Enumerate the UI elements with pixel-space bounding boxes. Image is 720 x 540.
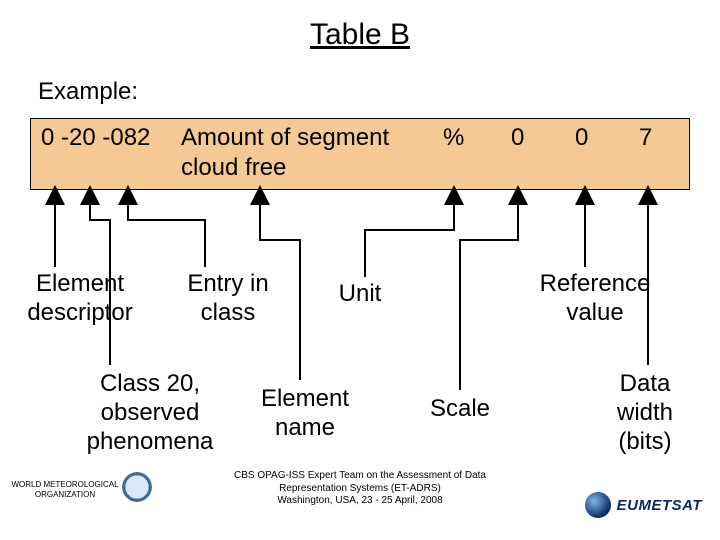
label-element-name: Element name: [250, 385, 360, 443]
cell-data-width: 7: [639, 123, 652, 153]
data-row: 0 -20 -082 Amount of segment cloud free …: [30, 118, 690, 190]
footer-line3: Washington, USA, 23 - 25 April, 2008: [190, 495, 530, 508]
eumetsat-logo: EUMETSAT: [585, 492, 702, 518]
label-class20: Class 20, observed phenomena: [80, 370, 220, 456]
footer-line1: CBS OPAG-ISS Expert Team on the Assessme…: [190, 470, 530, 483]
page-title: Table B: [0, 0, 720, 52]
eumetsat-text: EUMETSAT: [617, 497, 702, 514]
label-data-width: Data width (bits): [600, 370, 690, 456]
footer-line2: Representation Systems (ET-ADRS): [190, 483, 530, 496]
label-scale: Scale: [420, 395, 500, 424]
cell-name: Amount of segment cloud free: [181, 123, 441, 183]
cell-reference: 0: [575, 123, 588, 153]
footer-text: CBS OPAG-ISS Expert Team on the Assessme…: [190, 470, 530, 508]
wmo-org-label: WORLD METEOROLOGICAL ORGANIZATION: [10, 480, 120, 499]
globe-icon: [585, 492, 611, 518]
cell-scale: 0: [511, 123, 524, 153]
example-label: Example:: [38, 78, 138, 106]
wmo-logo-icon: [122, 472, 152, 502]
label-unit: Unit: [330, 280, 390, 309]
cell-code: 0 -20 -082: [41, 123, 150, 153]
label-entry-in-class: Entry in class: [178, 270, 278, 328]
label-reference-value: Reference value: [530, 270, 660, 328]
label-element-descriptor: Element descriptor: [20, 270, 140, 328]
cell-unit: %: [443, 123, 464, 153]
